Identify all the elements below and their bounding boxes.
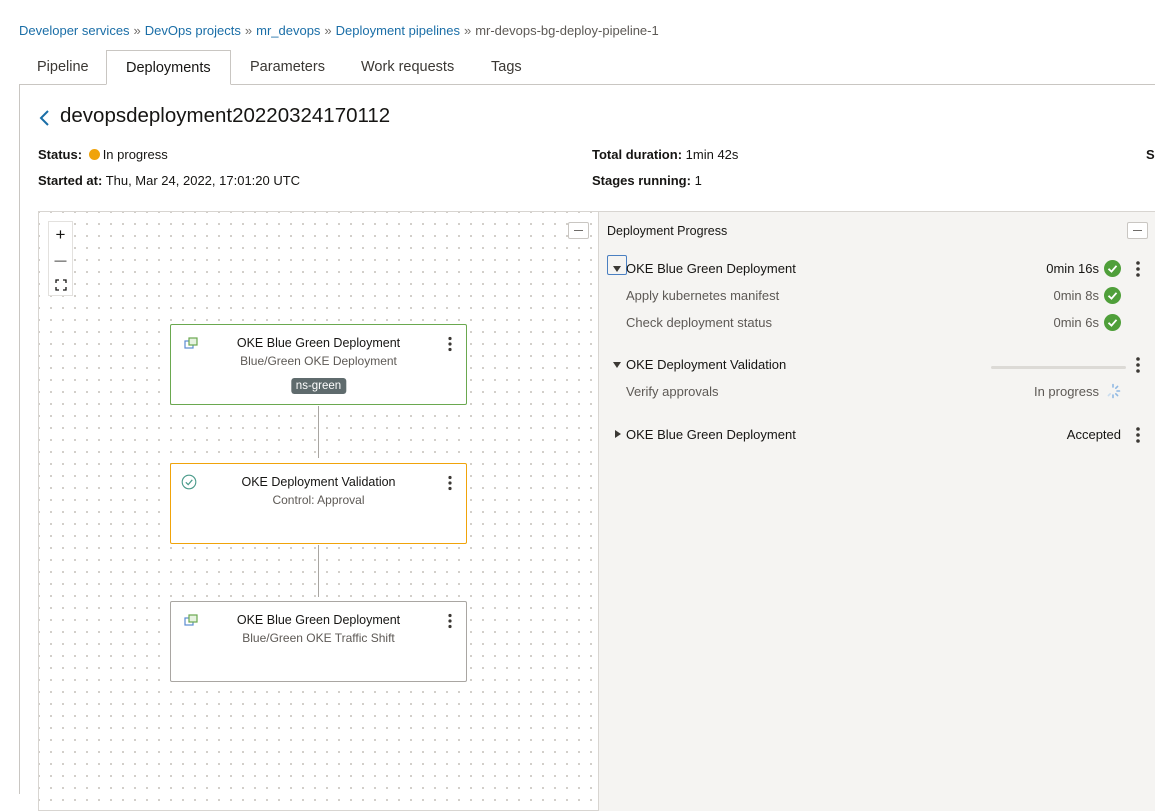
breadcrumb-developer-services[interactable]: Developer services xyxy=(19,23,130,38)
started-label: Started at: xyxy=(38,173,103,188)
progress-stage-row[interactable]: OKE Deployment Validation xyxy=(599,357,1155,377)
progress-task-row: Verify approvals In progress xyxy=(599,383,1155,404)
stage-duration: 0min 16s xyxy=(1046,261,1099,276)
breadcrumb-separator: » xyxy=(244,23,253,38)
stages-running-label: Stages running: xyxy=(592,173,691,188)
breadcrumb-devops-projects[interactable]: DevOps projects xyxy=(145,23,241,38)
node-title: OKE Blue Green Deployment xyxy=(236,336,401,350)
stage-status: Accepted xyxy=(1066,427,1121,442)
task-status: In progress xyxy=(1033,384,1099,399)
duration-value: 1min 42s xyxy=(685,147,739,162)
breadcrumb-current: mr-devops-bg-deploy-pipeline-1 xyxy=(475,23,659,38)
loading-spinner-icon xyxy=(1107,383,1121,399)
node-title: OKE Blue Green Deployment xyxy=(236,613,401,627)
kebab-menu-icon[interactable] xyxy=(446,613,454,629)
kebab-menu-icon[interactable] xyxy=(1135,356,1141,374)
namespace-tag: ns-green xyxy=(290,378,347,394)
deployment-progress-panel: Deployment Progress OKE Blue Green Deplo… xyxy=(599,211,1155,811)
started-value: Thu, Mar 24, 2022, 17:01:20 UTC xyxy=(105,173,301,188)
status-field: Status: In progress xyxy=(38,147,168,162)
stage-name: OKE Blue Green Deployment xyxy=(626,261,796,276)
task-duration: 0min 6s xyxy=(1053,315,1099,330)
node-connector xyxy=(318,545,319,597)
task-name: Check deployment status xyxy=(626,315,772,330)
node-connector xyxy=(318,406,319,458)
progress-stage-row[interactable]: OKE Blue Green Deployment Accepted xyxy=(599,427,1155,447)
kebab-menu-icon[interactable] xyxy=(446,336,454,352)
page-title: devopsdeployment20220324170112 xyxy=(60,104,391,127)
kebab-menu-icon[interactable] xyxy=(1135,426,1141,444)
status-label: Status: xyxy=(38,147,83,162)
fit-screen-icon xyxy=(54,278,67,291)
stage-name: OKE Blue Green Deployment xyxy=(626,427,796,442)
zoom-out-button[interactable]: — xyxy=(49,247,72,272)
task-name: Verify approvals xyxy=(626,384,719,399)
tab-parameters[interactable]: Parameters xyxy=(250,50,325,85)
stages-running-value: 1 xyxy=(694,173,702,188)
breadcrumb: Developer services» DevOps projects» mr_de… xyxy=(19,23,659,38)
breadcrumb-separator: » xyxy=(133,23,141,38)
fit-screen-button[interactable] xyxy=(49,272,72,297)
pipeline-node-validation[interactable]: OKE Deployment Validation Control: Appro… xyxy=(170,463,467,544)
expand-focus-ring xyxy=(607,255,627,275)
node-subtitle: Control: Approval xyxy=(272,493,365,507)
zoom-controls: + — xyxy=(48,221,73,296)
task-name: Apply kubernetes manifest xyxy=(626,288,780,303)
pipeline-node-traffic-shift[interactable]: OKE Blue Green Deployment Blue/Green OKE… xyxy=(170,601,467,682)
started-field: Started at: Thu, Mar 24, 2022, 17:01:20 … xyxy=(38,173,300,188)
progress-task-row: Apply kubernetes manifest 0min 8s xyxy=(599,287,1155,308)
kebab-menu-icon[interactable] xyxy=(1135,260,1141,278)
tab-deployments[interactable]: Deployments xyxy=(106,50,231,85)
zoom-in-button[interactable]: + xyxy=(49,222,72,247)
tab-tags[interactable]: Tags xyxy=(491,50,522,85)
breadcrumb-separator: » xyxy=(463,23,472,38)
caret-right-icon[interactable] xyxy=(615,430,621,438)
back-chevron-icon[interactable] xyxy=(38,108,52,128)
status-in-progress-icon xyxy=(88,149,100,160)
task-duration: 0min 8s xyxy=(1053,288,1099,303)
stage-name: OKE Deployment Validation xyxy=(626,357,787,372)
caret-down-icon[interactable] xyxy=(613,362,621,368)
success-check-icon xyxy=(1104,314,1121,331)
breadcrumb-separator: » xyxy=(324,23,332,38)
progress-stage-row[interactable]: OKE Blue Green Deployment 0min 16s xyxy=(599,255,1155,281)
stages-running-field: Stages running: 1 xyxy=(592,173,702,188)
duration-field: Total duration: 1min 42s xyxy=(592,147,738,162)
stage-progress-bar xyxy=(991,366,1126,369)
canvas-collapse-button[interactable] xyxy=(568,222,589,239)
breadcrumb-mr-devops[interactable]: mr_devops xyxy=(256,23,320,38)
kebab-menu-icon[interactable] xyxy=(446,475,454,491)
progress-task-row: Check deployment status 0min 6s xyxy=(599,314,1155,335)
progress-title: Deployment Progress xyxy=(607,224,728,238)
progress-collapse-button[interactable] xyxy=(1127,222,1148,239)
success-check-icon xyxy=(1104,287,1121,304)
pipeline-canvas[interactable]: + — OKE Blue Green Deployment Blue/Green… xyxy=(38,211,599,811)
tab-bar: Pipeline Deployments Parameters Work req… xyxy=(19,50,1155,85)
tab-work-requests[interactable]: Work requests xyxy=(361,50,454,85)
pipeline-node-bg-deploy[interactable]: OKE Blue Green Deployment Blue/Green OKE… xyxy=(170,324,467,405)
truncated-field: S xyxy=(1146,147,1155,162)
duration-label: Total duration: xyxy=(592,147,683,162)
breadcrumb-deployment-pipelines[interactable]: Deployment pipelines xyxy=(336,23,460,38)
tab-pipeline[interactable]: Pipeline xyxy=(37,50,89,85)
status-value: In progress xyxy=(102,147,168,162)
caret-down-icon[interactable] xyxy=(613,266,621,272)
node-title: OKE Deployment Validation xyxy=(241,475,396,489)
success-check-icon xyxy=(1104,260,1121,277)
truncated-label: S xyxy=(1146,147,1155,162)
node-subtitle: Blue/Green OKE Deployment xyxy=(240,354,397,368)
node-subtitle: Blue/Green OKE Traffic Shift xyxy=(242,631,395,645)
